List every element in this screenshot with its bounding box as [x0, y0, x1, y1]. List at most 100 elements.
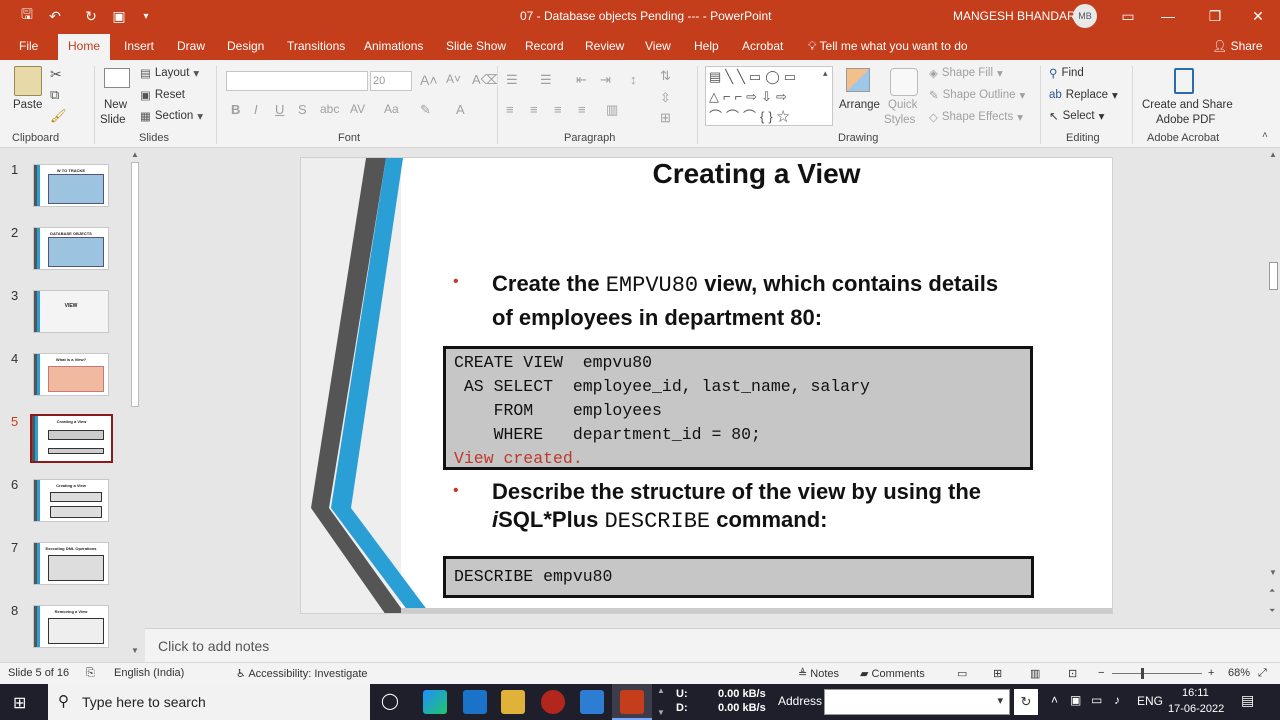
copy-icon[interactable]: ⧉	[50, 87, 59, 103]
save-icon[interactable]: 🖫	[14, 6, 40, 26]
customize-toolbar-icon[interactable]: ▾	[133, 6, 159, 26]
line-spacing-icon[interactable]: ↕	[630, 72, 637, 87]
redo-icon[interactable]: ↻	[78, 6, 104, 26]
tab-slide-show[interactable]: Slide Show	[446, 39, 506, 53]
scroll-up-icon[interactable]: ▲	[131, 150, 139, 159]
layout-button[interactable]: ▤ Layout ▾	[140, 66, 199, 80]
avatar[interactable]: MB	[1073, 4, 1097, 28]
slideshow-view-icon[interactable]: ⊡	[1068, 667, 1077, 680]
justify-icon[interactable]: ≡	[578, 102, 586, 117]
bullet-1[interactable]: Create the EMPVU80 view, which contains …	[492, 268, 1052, 334]
accessibility-button[interactable]: ♿︎ Accessibility: Investigate	[236, 667, 368, 680]
font-color-icon[interactable]: A	[456, 102, 465, 117]
zoom-in-icon[interactable]: +	[1208, 667, 1214, 679]
slide-thumbnail-6[interactable]: Creating a View	[33, 479, 109, 522]
new-slide-label-2[interactable]: Slide	[100, 114, 126, 126]
new-slide-label-1[interactable]: New	[104, 99, 127, 111]
tab-animations[interactable]: Animations	[364, 39, 423, 53]
smartart-icon[interactable]: ⊞	[660, 110, 671, 126]
change-case-icon[interactable]: Aa	[384, 102, 399, 116]
new-slide-icon[interactable]	[104, 68, 130, 88]
shapes-gallery-scroll-icon[interactable]: ▴	[823, 68, 828, 79]
slide-thumbnail-7[interactable]: Executing DML Operations	[33, 542, 109, 585]
bullets-icon[interactable]: ☰	[506, 72, 518, 88]
shape-effects-button[interactable]: ◇ Shape Effects ▾	[929, 110, 1023, 124]
decrease-indent-icon[interactable]: ⇤	[576, 72, 587, 88]
numbering-icon[interactable]: ☰	[540, 72, 552, 88]
collapse-ribbon-icon[interactable]: ˄	[1262, 130, 1268, 141]
notes-pane[interactable]: Click to add notes	[145, 628, 1280, 662]
scroll-down-icon[interactable]: ▼	[657, 708, 665, 717]
spelling-icon[interactable]: ⎘	[86, 667, 95, 680]
zoom-slider-handle[interactable]	[1141, 668, 1144, 679]
bullet-2[interactable]: Describe the structure of the view by us…	[492, 478, 1052, 536]
file-explorer-icon[interactable]	[501, 690, 525, 714]
scroll-down-icon[interactable]: ▼	[1269, 568, 1277, 577]
tab-transitions[interactable]: Transitions	[287, 39, 345, 53]
notes-button[interactable]: ≜ Notes	[798, 667, 839, 680]
underline-icon[interactable]: U	[275, 102, 284, 117]
shape-outline-button[interactable]: ✎ Shape Outline ▾	[929, 88, 1025, 102]
font-size-input[interactable]: 20	[370, 71, 412, 91]
paste-button[interactable]: Paste	[13, 99, 42, 111]
columns-icon[interactable]: ▥	[606, 102, 618, 118]
maximize-button[interactable]: ❐	[1195, 4, 1235, 28]
tab-draw[interactable]: Draw	[177, 39, 205, 53]
fit-to-window-icon[interactable]: ⤢	[1258, 667, 1267, 680]
tab-acrobat[interactable]: Acrobat	[742, 39, 783, 53]
tab-insert[interactable]: Insert	[124, 39, 154, 53]
tab-design[interactable]: Design	[227, 39, 264, 53]
battery-icon[interactable]: ▭	[1091, 693, 1102, 707]
zoom-level[interactable]: 68%	[1228, 667, 1250, 679]
next-slide-icon[interactable]: ⏷	[1269, 606, 1275, 616]
slideshow-start-icon[interactable]: ▣	[106, 6, 132, 26]
section-button[interactable]: ▦ Section ▾	[140, 109, 203, 123]
select-button[interactable]: ↖ Select ▾	[1049, 109, 1104, 123]
create-share-label-2[interactable]: Adobe PDF	[1156, 114, 1215, 126]
clock-date[interactable]: 17-06-2022	[1168, 703, 1224, 715]
align-center-icon[interactable]: ≡	[530, 102, 538, 117]
scroll-down-icon[interactable]: ▼	[131, 646, 139, 655]
comments-button[interactable]: ▰ Comments	[860, 667, 925, 680]
italic-icon[interactable]: I	[254, 102, 258, 117]
quick-styles-label-1[interactable]: Quick	[888, 99, 917, 111]
shadow-icon[interactable]: S	[298, 102, 307, 117]
slide-title[interactable]: Creating a View	[301, 158, 1112, 190]
reading-view-icon[interactable]: ▥	[1030, 667, 1040, 680]
edge-icon[interactable]	[423, 690, 447, 714]
tab-record[interactable]: Record	[525, 39, 564, 53]
replace-button[interactable]: ab Replace ▾	[1049, 88, 1118, 102]
language-indicator[interactable]: ENG	[1137, 694, 1163, 708]
find-button[interactable]: ⚲ Find	[1049, 66, 1084, 80]
taskbar-search-input[interactable]: ⚲ Type here to search	[48, 684, 370, 720]
slide-thumbnail-2[interactable]: DATABASE OBJECTS	[33, 227, 109, 270]
thumbnail-scrollbar[interactable]: ▲ ▼	[128, 150, 142, 658]
character-spacing-icon[interactable]: AV	[350, 102, 365, 116]
adobe-pdf-icon[interactable]	[1174, 68, 1194, 94]
code-block-create-view[interactable]: CREATE VIEW empvu80 AS SELECT employee_i…	[443, 346, 1033, 470]
mail-icon[interactable]	[463, 690, 487, 714]
arrange-icon[interactable]	[846, 68, 870, 92]
slide-thumbnail-5[interactable]: Creating a View	[30, 414, 113, 463]
close-button[interactable]: ✕	[1238, 4, 1278, 28]
task-view-icon[interactable]: ◯	[381, 691, 399, 711]
tell-me-search[interactable]: 💡︎ Tell me what you want to do	[808, 39, 968, 54]
create-share-label-1[interactable]: Create and Share	[1142, 99, 1233, 111]
slide-sorter-icon[interactable]: ⊞	[993, 667, 1002, 680]
text-direction-icon[interactable]: ⇅	[660, 68, 671, 84]
align-right-icon[interactable]: ≡	[554, 102, 562, 117]
normal-view-icon[interactable]: ▭	[957, 667, 967, 680]
share-button[interactable]: 👤︎ Share	[1212, 39, 1263, 53]
cut-icon[interactable]: ✂	[50, 66, 62, 83]
scrollbar-thumb[interactable]	[131, 162, 139, 407]
reset-button[interactable]: ▣ Reset	[140, 88, 185, 102]
notification-icon[interactable]: ▤	[1241, 692, 1254, 709]
format-painter-icon[interactable]: 🖌︎	[50, 108, 67, 124]
tab-file[interactable]: File	[19, 39, 38, 53]
current-slide[interactable]: Creating a View • Create the EMPVU80 vie…	[300, 157, 1113, 614]
store-icon[interactable]	[580, 690, 604, 714]
minimize-button[interactable]: —	[1148, 4, 1188, 28]
slide-thumbnail-3[interactable]: VIEW	[33, 290, 109, 333]
highlight-icon[interactable]: ✎	[420, 102, 431, 118]
camera-icon[interactable]: ▣	[1070, 693, 1081, 707]
